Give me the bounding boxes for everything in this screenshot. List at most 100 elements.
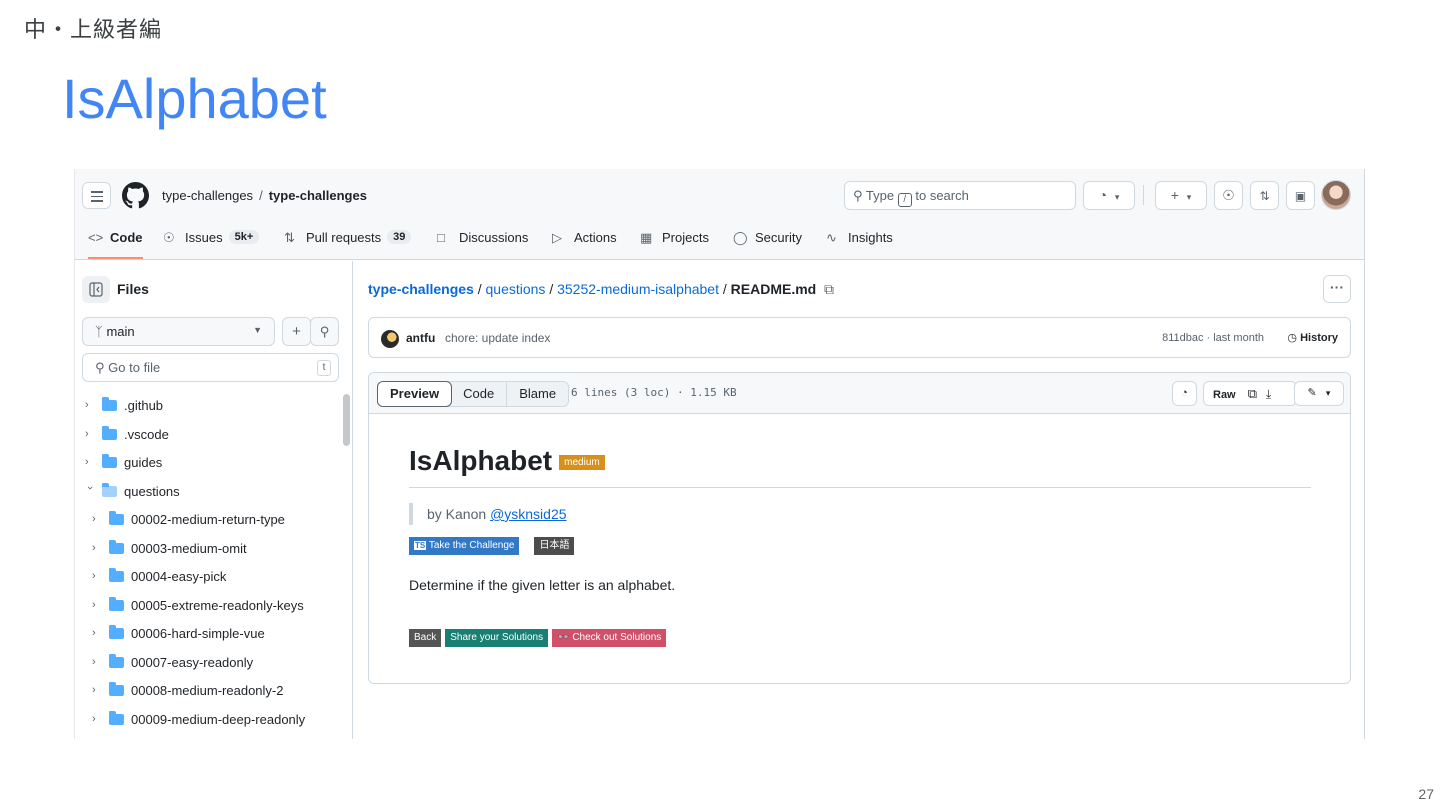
chevron-down-icon: › xyxy=(84,486,96,490)
play-icon: ▷ xyxy=(552,230,562,245)
code-tab[interactable]: Code xyxy=(451,382,506,406)
readme-description: Determine if the given letter is an alph… xyxy=(409,577,676,593)
tab-pull-requests[interactable]: ⇅ Pull requests 39 xyxy=(284,227,412,259)
tab-issues[interactable]: ☉ Issues 5k+ xyxy=(163,227,260,259)
history-button[interactable]: ◷ History xyxy=(1287,331,1338,344)
repo-name-link[interactable]: type-challenges xyxy=(269,188,367,203)
search-shortcut: / xyxy=(897,193,912,207)
tree-item[interactable]: › 00008-medium-readonly-2 xyxy=(92,680,283,700)
commit-meta[interactable]: 811dbac · last month xyxy=(1162,332,1264,344)
share-solutions-badge[interactable]: Share your Solutions xyxy=(445,629,549,647)
take-challenge-badge[interactable]: TS Take the Challenge xyxy=(409,537,520,555)
folder-icon xyxy=(109,624,124,639)
search-files-button[interactable]: ⚲ xyxy=(310,317,339,346)
issues-button[interactable]: ☉ xyxy=(1214,181,1243,210)
readme-title: IsAlphabet medium xyxy=(409,445,1311,488)
inbox-icon: ▣ xyxy=(1294,189,1307,203)
chevron-right-icon: › xyxy=(92,627,96,639)
tree-item[interactable]: › 00003-medium-omit xyxy=(92,538,247,558)
file-toolbar: Preview Code Blame 6 lines (3 loc) · 1.1… xyxy=(369,373,1350,414)
repo-path: type-challenges / type-challenges xyxy=(162,188,367,203)
breadcrumb-root-link[interactable]: type-challenges xyxy=(368,281,474,297)
chevron-right-icon: › xyxy=(92,542,96,554)
tree-item[interactable]: › guides xyxy=(85,452,162,472)
copilot-file-button[interactable]: ◔ xyxy=(1172,381,1197,406)
pull-requests-button[interactable]: ⇅ xyxy=(1250,181,1279,210)
tree-item[interactable]: › .github xyxy=(85,395,163,415)
slide-section-label: 中・上級者編 xyxy=(24,18,163,43)
folder-icon xyxy=(102,453,117,468)
more-options-button[interactable]: ··· xyxy=(1323,275,1351,303)
chevron-right-icon: › xyxy=(92,713,96,725)
graph-icon: ∿ xyxy=(826,230,837,245)
chevron-down-icon: ▾ xyxy=(1186,192,1192,202)
pull-request-icon: ⇅ xyxy=(284,230,295,245)
folder-icon xyxy=(102,396,117,411)
menu-button[interactable] xyxy=(82,182,111,209)
chevron-right-icon: › xyxy=(92,656,96,668)
breadcrumb-questions-link[interactable]: questions xyxy=(486,281,546,297)
branch-selector[interactable]: ᛉ main ▼ xyxy=(82,317,275,346)
tab-insights[interactable]: ∿ Insights xyxy=(826,227,893,259)
author-link[interactable]: @ysknsid25 xyxy=(490,506,566,522)
table-icon: ▦ xyxy=(640,230,653,245)
download-icon[interactable]: ⤓ xyxy=(1266,387,1271,401)
tree-item[interactable]: › questions xyxy=(84,481,180,501)
tree-item[interactable]: › 00005-extreme-readonly-keys xyxy=(92,595,304,615)
go-to-file-input[interactable]: ⚲ Go to file t xyxy=(82,353,339,382)
search-input[interactable]: ⚲ Type / to search xyxy=(844,181,1076,210)
tab-security[interactable]: ◯ Security xyxy=(733,227,802,259)
breadcrumb-folder-link[interactable]: 35252-medium-isalphabet xyxy=(557,281,719,297)
tab-actions[interactable]: ▷ Actions xyxy=(552,227,617,259)
chevron-down-icon: ▾ xyxy=(1114,192,1120,202)
breadcrumb-file: README.md xyxy=(730,281,817,297)
tree-item[interactable]: › 00006-hard-simple-vue xyxy=(92,623,265,643)
tree-item[interactable]: › 00002-medium-return-type xyxy=(92,509,285,529)
commit-author-avatar[interactable] xyxy=(381,330,399,348)
repo-tabs: <> Code ☉ Issues 5k+ ⇅ Pull requests 39 □ Disc… xyxy=(75,227,1364,260)
raw-button[interactable]: Raw xyxy=(1213,389,1236,401)
folder-open-icon xyxy=(102,482,117,497)
tree-item[interactable]: › 00004-easy-pick xyxy=(92,566,226,586)
pull-request-icon: ⇅ xyxy=(1259,189,1270,203)
commit-author[interactable]: antfu xyxy=(406,331,435,345)
folder-icon xyxy=(109,681,124,696)
copy-raw-icon[interactable]: ⧉ xyxy=(1248,386,1257,401)
inbox-button[interactable]: ▣ xyxy=(1286,181,1315,210)
kebab-horizontal-icon: ··· xyxy=(1330,279,1344,295)
tab-discussions[interactable]: □ Discussions xyxy=(437,227,528,259)
repo-owner-link[interactable]: type-challenges xyxy=(162,188,253,203)
github-screenshot: type-challenges / type-challenges ⚲ Type /… xyxy=(74,169,1365,739)
collapse-sidebar-button[interactable] xyxy=(82,276,110,303)
chevron-right-icon: › xyxy=(85,428,89,440)
user-avatar[interactable] xyxy=(1321,180,1351,210)
blame-tab[interactable]: Blame xyxy=(506,382,568,406)
preview-tab[interactable]: Preview xyxy=(377,381,453,407)
discussions-icon: □ xyxy=(437,230,445,245)
difficulty-badge: medium xyxy=(559,455,605,470)
create-new-button[interactable]: + ▾ xyxy=(1155,181,1207,210)
search-icon: ⚲ xyxy=(95,360,105,375)
tab-code[interactable]: <> Code xyxy=(88,227,143,259)
language-badge[interactable]: 日本語 xyxy=(534,537,575,555)
plus-icon: + xyxy=(292,323,301,340)
breadcrumb: type-challenges / questions / 35252-medi… xyxy=(368,281,834,297)
copy-icon[interactable]: ⧉ xyxy=(824,281,834,297)
branch-icon: ᛉ xyxy=(95,324,103,339)
copilot-button[interactable]: ◔ ▾ xyxy=(1083,181,1135,210)
back-badge[interactable]: Back xyxy=(409,629,442,647)
tab-projects[interactable]: ▦ Projects xyxy=(640,227,709,259)
edit-file-button[interactable]: ✎ ▾ xyxy=(1294,381,1344,406)
github-logo-icon[interactable] xyxy=(122,182,149,209)
tree-item[interactable]: › .vscode xyxy=(85,424,169,444)
readme-content: IsAlphabet medium by Kanon @ysknsid25 TS… xyxy=(409,445,1311,647)
add-file-button[interactable]: + xyxy=(282,317,311,346)
tree-item[interactable]: › 00009-medium-deep-readonly xyxy=(92,709,305,729)
author-quote: by Kanon @ysknsid25 xyxy=(409,503,1311,525)
sidebar-scrollbar[interactable] xyxy=(343,394,350,446)
tree-item[interactable]: › 00007-easy-readonly xyxy=(92,652,253,672)
shield-icon: ◯ xyxy=(733,230,748,245)
pencil-icon: ✎ xyxy=(1307,387,1317,399)
check-solutions-badge[interactable]: 👓 Check out Solutions xyxy=(552,629,667,647)
commit-message[interactable]: chore: update index xyxy=(445,331,550,345)
